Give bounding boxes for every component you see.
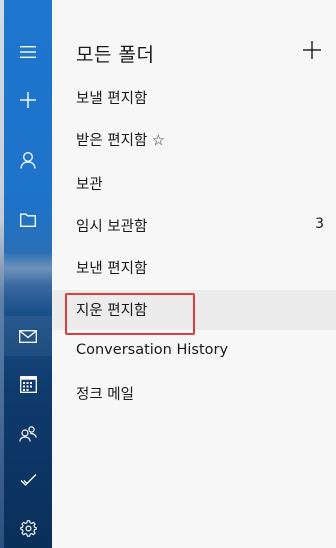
hamburger-menu-icon: [20, 45, 36, 59]
folder-item-sent[interactable]: 보낸 편지함: [52, 248, 336, 288]
settings-button[interactable]: [4, 508, 52, 548]
folder-item-junk[interactable]: 정크 메일: [52, 374, 336, 414]
folder-label: 임시 보관함: [76, 219, 148, 235]
folder-label: 받은 편지함 ☆: [76, 133, 165, 149]
todo-button[interactable]: [4, 460, 52, 500]
people-button[interactable]: [4, 414, 52, 454]
accounts-button[interactable]: [4, 140, 52, 180]
folder-label: 보낼 편지함: [76, 91, 148, 107]
plus-icon: [303, 41, 321, 63]
folder-item-outbox[interactable]: 보낼 편지함: [52, 78, 336, 118]
person-icon: [20, 151, 36, 169]
mail-icon: [19, 329, 37, 343]
folders-button[interactable]: [4, 200, 52, 240]
folder-count: 3: [315, 216, 324, 232]
folder-item-conversation-history[interactable]: Conversation History: [52, 333, 336, 373]
checkmark-icon: [20, 473, 37, 487]
page-title: 모든 폴더: [76, 44, 155, 66]
folder-label: 보관: [76, 177, 103, 193]
folder-label: 보낸 편지함: [76, 261, 148, 277]
add-folder-button[interactable]: [300, 40, 324, 64]
gear-icon: [19, 519, 37, 537]
calendar-icon: [19, 375, 37, 393]
calendar-button[interactable]: [4, 364, 52, 404]
navigation-sidebar: [4, 0, 52, 548]
folders-header: 모든 폴더: [52, 36, 336, 72]
folder-label: 지운 편지함: [76, 303, 148, 319]
folder-item-inbox[interactable]: 받은 편지함 ☆: [52, 120, 336, 160]
folder-item-drafts[interactable]: 임시 보관함 3: [52, 206, 336, 246]
people-icon: [19, 426, 37, 442]
folders-panel: 모든 폴더 보낼 편지함 받은 편지함 ☆ 보관 임시 보관함 3 보낸 편지함…: [52, 0, 336, 548]
new-mail-button[interactable]: [4, 80, 52, 120]
hamburger-menu-button[interactable]: [4, 32, 52, 72]
plus-icon: [20, 92, 36, 108]
folder-label: 정크 메일: [76, 387, 134, 403]
mail-button[interactable]: [4, 316, 52, 356]
folder-label: Conversation History: [76, 342, 229, 358]
folder-item-archive[interactable]: 보관: [52, 164, 336, 204]
folder-icon: [20, 213, 36, 227]
folder-item-deleted[interactable]: 지운 편지함: [52, 290, 336, 335]
